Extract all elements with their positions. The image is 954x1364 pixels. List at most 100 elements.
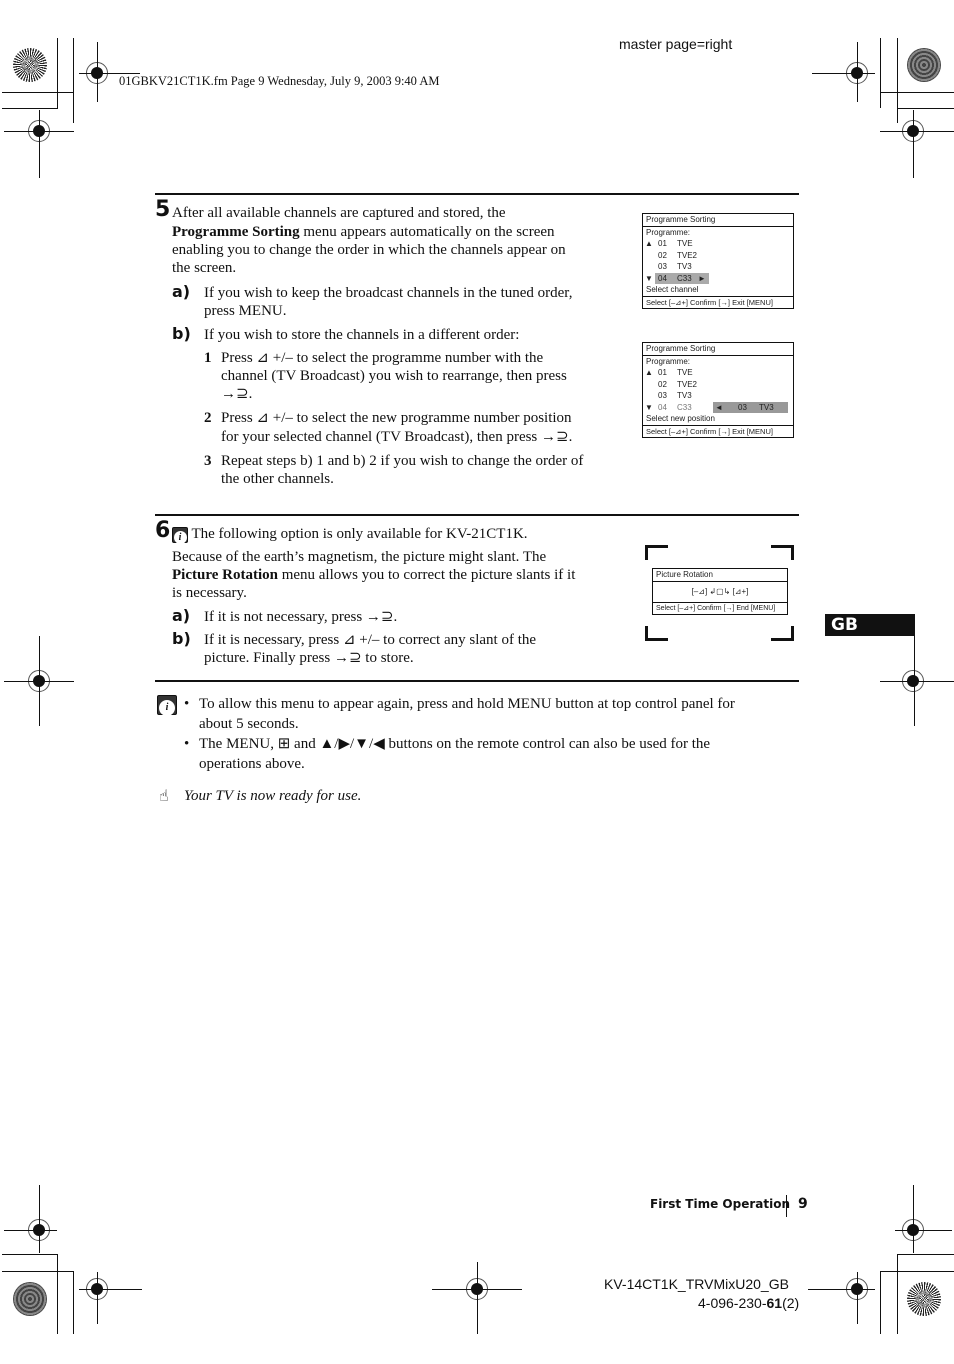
step5-intro-line3: enabling you to change the order in whic… [172, 242, 566, 258]
note1-line2: about 5 seconds. [199, 716, 299, 732]
file-info: 01GBKV21CT1K.fm Page 9 Wednesday, July 9… [119, 74, 440, 88]
prog-num: 02 [658, 379, 667, 389]
registration-mark-icon [895, 670, 931, 692]
osd-footer: Select [–⊿+] Confirm [→] Exit [MENU] [643, 295, 793, 309]
substep3-line1: Repeat steps b) 1 and b) 2 if you wish t… [221, 453, 584, 469]
substep-number: 3 [204, 453, 212, 469]
prog-name: TV3 [677, 391, 692, 400]
osd-row: ▲ 01 TVE [643, 238, 793, 250]
info-icon: i [157, 695, 177, 716]
substep1-line3: →⊇. [221, 386, 253, 402]
osd-footer: Select [–⊿+] Confirm [→] Exit [MENU] [643, 424, 793, 438]
note-text: The following option is only available f… [191, 526, 528, 542]
osd-row: 03 TV3 [643, 390, 793, 402]
info-icon-block: i [157, 695, 177, 716]
step6-line3: is necessary. [172, 585, 247, 601]
down-arrow-icon: ▼ [645, 402, 653, 412]
prog-num: 04 [658, 402, 667, 412]
up-arrow-icon: ▲ [645, 239, 653, 248]
step5-a-line2: press MENU. [204, 303, 287, 319]
section-divider [155, 193, 799, 195]
step6-line2: Picture Rotation menu allows you to corr… [172, 566, 575, 585]
master-page-label: master page=right [619, 36, 733, 52]
sub-label-a: a) [172, 606, 191, 625]
osd-heading: Programme: [646, 356, 691, 366]
prog-name: TVE2 [677, 379, 698, 389]
ready-message: Your TV is now ready for use. [184, 788, 362, 804]
osd-status: Select channel [646, 285, 699, 294]
osd-row: 03 TV3 [643, 261, 793, 273]
part-suffix: (2) [782, 1295, 800, 1311]
menu-name: Picture Rotation [172, 567, 278, 583]
target-name: TV3 [759, 402, 774, 412]
bullet-dot: • [184, 736, 190, 752]
up-arrow-icon: ▲ [645, 368, 653, 377]
prog-name: TVE2 [677, 250, 698, 260]
substep1-line2: channel (TV Broadcast) you wish to rearr… [221, 368, 567, 384]
starburst-icon [13, 48, 47, 82]
step6-b-line1: If it is necessary, press ⊿ +/– to corre… [204, 632, 537, 648]
osd-row: 02 TVE2 [643, 250, 793, 262]
prog-name: TVE [677, 239, 693, 248]
step5-a-line1: If you wish to keep the broadcast channe… [204, 285, 573, 301]
substep3-line2: the other channels. [221, 471, 334, 487]
osd-programme-sorting-position: Programme Sorting Programme: ▲ 01 TVE 02… [642, 342, 794, 438]
prog-name: C33 [677, 273, 692, 283]
note1-line1: To allow this menu to appear again, pres… [199, 696, 735, 712]
texture-mark-icon [907, 48, 941, 82]
language-tab: GB [825, 614, 915, 636]
substep-number: 1 [204, 350, 212, 366]
osd-status: Select new position [646, 414, 715, 423]
part-bold: 61 [766, 1295, 783, 1311]
step5-intro-line1: After all available channels are capture… [172, 205, 506, 221]
sub-label-a: a) [172, 282, 191, 301]
model-code: KV-14CT1K_TRVMixU20_GB [604, 1276, 789, 1292]
osd-programme-sorting-select: Programme Sorting Programme: ▲ 01 TVE 02… [642, 213, 794, 309]
prog-num: 04 [658, 273, 667, 283]
prog-num: 03 [658, 391, 667, 400]
menu-name: Programme Sorting [172, 224, 300, 240]
step5-b-text: If you wish to store the channels in a d… [204, 327, 520, 343]
step5-intro-line4: the screen. [172, 260, 237, 276]
section-divider [155, 514, 799, 516]
sub-label-b: b) [172, 629, 191, 648]
osd-picture-rotation: Picture Rotation [–⊿] ↲▢↳ [⊿+] Select [–… [652, 568, 788, 615]
confirm-arrow-icon: ► [698, 273, 706, 283]
osd-title: Programme Sorting [643, 214, 793, 227]
down-arrow-icon: ▼ [645, 273, 653, 283]
rotation-control: [–⊿] ↲▢↳ [⊿+] [691, 586, 749, 596]
osd-row-selected: ▼ 04 C33 ► [643, 272, 793, 284]
step6-a-text: If it is not necessary, press →⊇. [204, 609, 398, 625]
osd-title: Programme Sorting [643, 343, 793, 356]
text: menu appears automatically on the screen [299, 224, 555, 240]
part-prefix: 4-096-230- [698, 1295, 767, 1311]
step-number: 6 [155, 518, 171, 543]
text: menu allows you to correct the picture s… [277, 567, 576, 583]
prog-name: TVE [677, 368, 693, 377]
osd-row: 02 TVE2 [643, 379, 793, 391]
thumbs-up-icon: ☝ [159, 786, 169, 805]
bullet-dot: • [184, 696, 190, 712]
step5-intro-line2: Programme Sorting menu appears automatic… [172, 223, 555, 242]
substep2-line1: Press ⊿ +/– to select the new programme … [221, 410, 572, 426]
prog-num: 01 [658, 368, 667, 377]
substep-number: 2 [204, 410, 212, 426]
prog-num: 03 [658, 262, 667, 271]
step6-note: i The following option is only available… [172, 525, 528, 544]
osd-title: Picture Rotation [653, 569, 787, 582]
section-divider [155, 680, 799, 682]
substep2-line2: for your selected channel (TV Broadcast)… [221, 429, 573, 445]
sub-label-b: b) [172, 324, 191, 343]
section-name: First Time Operation [650, 1197, 790, 1211]
osd-row-moving: ▼ 04 C33 ◄ 03 TV3 [643, 401, 793, 413]
prog-name: TV3 [677, 262, 692, 271]
step-number: 5 [155, 197, 171, 222]
osd-footer: Select [–⊿+] Confirm [→] End [MENU] [653, 601, 787, 615]
page-number: 9 [798, 1196, 808, 1212]
prog-num: 01 [658, 239, 667, 248]
note2-line1: The MENU, ⊞ and ▲/▶/▼/◀ buttons on the r… [199, 736, 711, 752]
prog-num: 02 [658, 250, 667, 260]
step6-line1: Because of the earth’s magnetism, the pi… [172, 549, 547, 565]
osd-row: ▲ 01 TVE [643, 367, 793, 379]
part-number: 4-096-230-61(2) [698, 1295, 799, 1311]
